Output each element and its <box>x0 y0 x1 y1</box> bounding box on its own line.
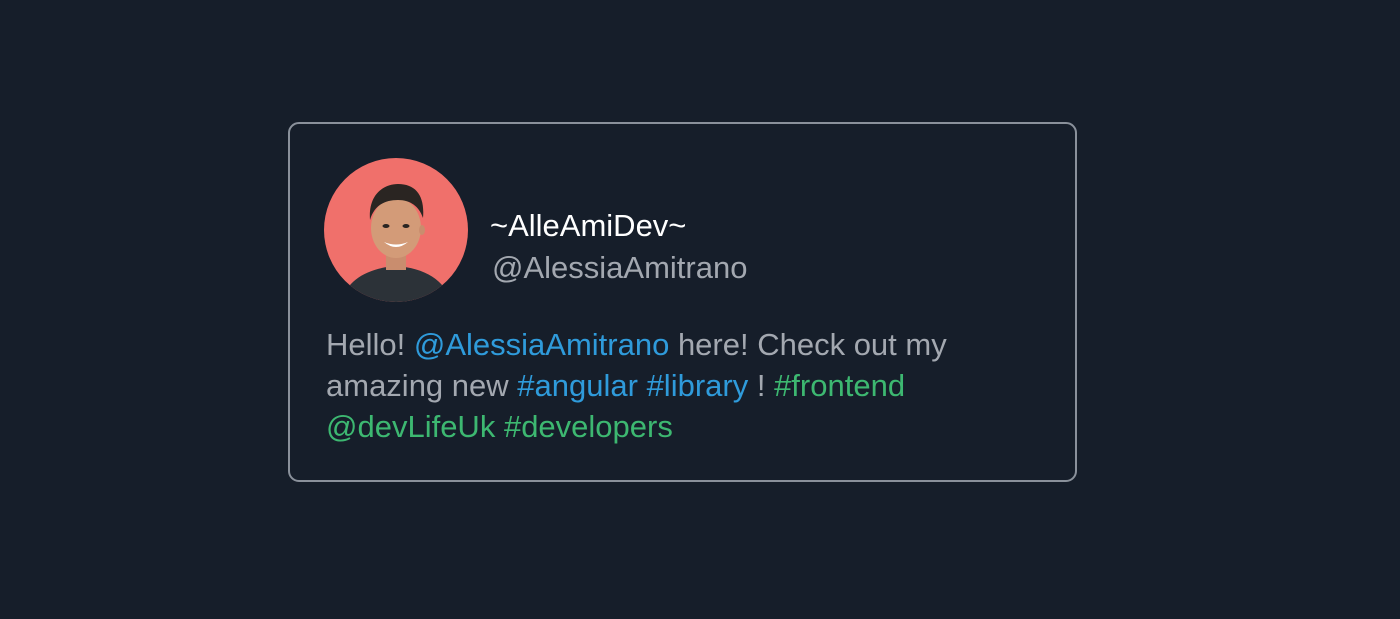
tweet-text-segment: here! Check out my <box>669 327 947 362</box>
user-handle[interactable]: @AlessiaAmitrano <box>492 250 747 286</box>
hashtag-link-library[interactable]: #library <box>647 368 749 403</box>
tweet-text: Hello! @AlessiaAmitrano here! Check out … <box>326 324 1066 447</box>
tweet-card: ~AlleAmiDev~ @AlessiaAmitrano Hello! @Al… <box>288 122 1077 482</box>
display-name[interactable]: ~AlleAmiDev~ <box>490 208 686 244</box>
tweet-text-segment: ! <box>748 368 775 403</box>
hashtag-link-angular[interactable]: #angular <box>517 368 638 403</box>
tweet-text-segment: Hello! <box>326 327 414 362</box>
tweet-line-1: Hello! @AlessiaAmitrano here! Check out … <box>326 324 1066 365</box>
mention-link-devlifeuk[interactable]: @devLifeUk <box>326 409 495 444</box>
hashtag-link-developers[interactable]: #developers <box>504 409 673 444</box>
avatar-photo <box>342 184 450 302</box>
tweet-text-segment: amazing new <box>326 368 518 403</box>
hashtag-link-frontend[interactable]: #frontend <box>774 368 905 403</box>
tweet-text-space <box>638 368 647 403</box>
tweet-line-3: @devLifeUk #developers <box>326 406 1066 447</box>
avatar[interactable] <box>324 158 468 302</box>
tweet-line-2: amazing new #angular #library ! #fronten… <box>326 365 1066 406</box>
mention-link-alessiaamitrano[interactable]: @AlessiaAmitrano <box>414 327 669 362</box>
tweet-text-space <box>495 409 504 444</box>
